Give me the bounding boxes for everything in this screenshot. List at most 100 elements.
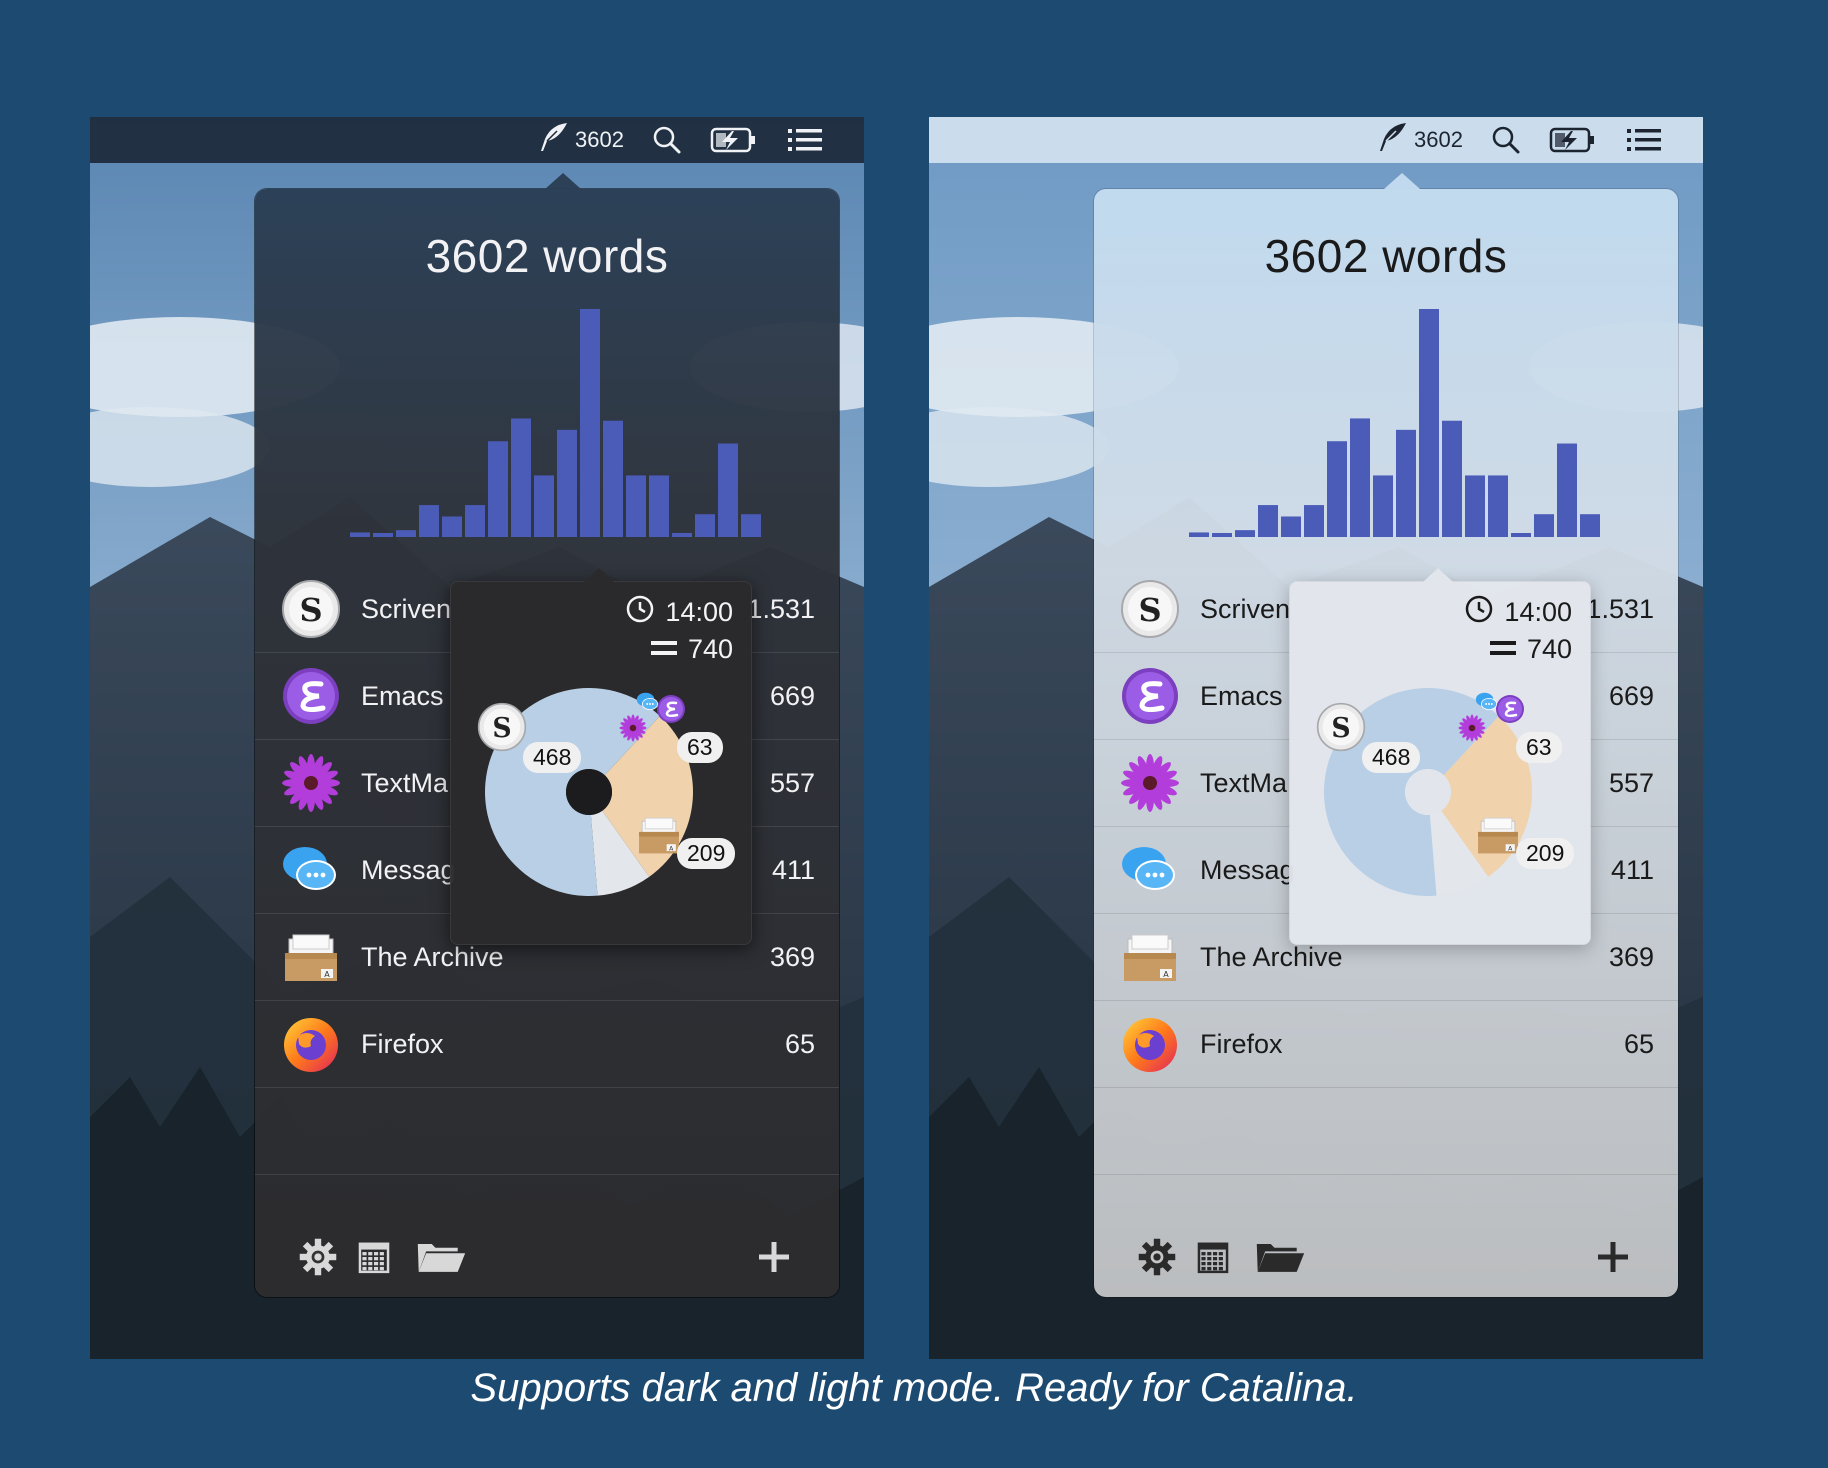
histogram-bar: [695, 514, 715, 537]
histogram-bar: [1534, 514, 1554, 537]
histogram-bar: [1373, 475, 1393, 537]
app-row[interactable]: Firefox 65: [255, 1001, 839, 1088]
histogram-bar: [1396, 429, 1416, 537]
dark-mode-screenshot: 3602 3602 words S Scriven 1.531 Emacs 66…: [90, 117, 864, 1359]
histogram-bar: [1189, 532, 1209, 537]
histogram-bar: [649, 475, 669, 537]
histogram-bar: [1327, 441, 1347, 537]
word-count-popover: 3602 words S Scriven 1.531 Emacs 669 Tex…: [1094, 173, 1678, 1297]
tooltip-time-value: 14:00: [1504, 597, 1572, 627]
app-row[interactable]: Firefox 65: [1094, 1001, 1678, 1088]
calendar-icon[interactable]: [1190, 1234, 1236, 1280]
gear-icon[interactable]: [1134, 1234, 1180, 1280]
histogram-bar: [350, 532, 370, 537]
histogram-bar: [741, 514, 761, 537]
tooltip-time: 14:00: [1464, 594, 1572, 631]
archive-icon: A: [1120, 927, 1180, 987]
plus-icon[interactable]: [751, 1234, 797, 1280]
histogram-bar: [442, 516, 462, 537]
histogram-bar: [1580, 514, 1600, 537]
histogram-bar: [1281, 516, 1301, 537]
slice-label: 209: [677, 838, 736, 869]
empty-row: [1094, 1088, 1678, 1175]
equals-icon: [1489, 634, 1517, 665]
app-name: The Archive: [361, 941, 504, 972]
firefox-icon: [281, 1014, 341, 1074]
histogram-bar: [1557, 443, 1577, 537]
tooltip-count: 740: [1489, 634, 1572, 665]
equals-icon: [650, 634, 678, 665]
app-name: Firefox: [1200, 1028, 1283, 1059]
histogram-bar: [672, 533, 692, 537]
list-icon[interactable]: [1625, 126, 1663, 154]
gear-icon[interactable]: [295, 1234, 341, 1280]
total-words-title: 3602 words: [1264, 230, 1508, 282]
app-word-count: 557: [769, 767, 815, 798]
textmate-icon: [619, 714, 647, 742]
tooltip-arrow: [584, 568, 614, 582]
folder-icon[interactable]: [413, 1234, 469, 1280]
popover-arrow: [545, 173, 581, 189]
search-icon[interactable]: [1491, 125, 1521, 155]
firefox-icon: [1120, 1014, 1180, 1074]
calendar-icon[interactable]: [351, 1234, 397, 1280]
svg-text:S: S: [492, 713, 511, 744]
light-mode-screenshot: 3602 3602 words S Scriven 1.531 Emacs 66…: [929, 117, 1703, 1359]
tooltip-arrow: [1423, 568, 1453, 582]
slice-label: 468: [1362, 742, 1421, 773]
battery-charging-icon[interactable]: [710, 126, 758, 154]
app-word-count: 65: [784, 1028, 815, 1059]
folder-icon[interactable]: [1252, 1234, 1308, 1280]
caption: Supports dark and light mode. Ready for …: [470, 1366, 1358, 1410]
empty-row: [255, 1088, 839, 1175]
word-count-status-item[interactable]: 3602: [537, 121, 624, 159]
app-word-count: 1.531: [747, 593, 815, 624]
histogram-bar: [488, 441, 508, 537]
plus-icon[interactable]: [1590, 1234, 1636, 1280]
scrivener-icon: S: [281, 579, 341, 639]
word-count-status-item[interactable]: 3602: [1376, 121, 1463, 159]
histogram-bar: [718, 443, 738, 537]
hour-detail-tooltip: 14:00 740 S A 468 63 209: [1289, 568, 1591, 945]
quill-icon: [537, 121, 569, 159]
word-count-popover: 3602 words S Scriven 1.531 Emacs 669 Tex…: [255, 173, 839, 1297]
app-name: The Archive: [1200, 941, 1343, 972]
app-word-count: 65: [1623, 1028, 1654, 1059]
clock-icon: [1464, 594, 1494, 631]
app-word-count: 669: [1608, 680, 1654, 711]
battery-charging-icon[interactable]: [1549, 126, 1597, 154]
tooltip-count: 740: [650, 634, 733, 665]
histogram-bar: [511, 418, 531, 537]
hourly-histogram[interactable]: [350, 309, 764, 537]
emacs-icon: [1495, 694, 1525, 724]
archive-icon: A: [636, 812, 682, 858]
histogram-bar: [1235, 530, 1255, 537]
archive-icon: A: [281, 927, 341, 987]
tooltip-time: 14:00: [625, 594, 733, 631]
histogram-bar: [1258, 505, 1278, 537]
hourly-histogram[interactable]: [1189, 309, 1603, 537]
messages-icon: [1120, 840, 1180, 900]
svg-text:S: S: [1331, 713, 1350, 744]
scrivener-icon: S: [1120, 579, 1180, 639]
emacs-icon: [1120, 666, 1180, 726]
emacs-icon: [656, 694, 686, 724]
histogram-bar: [534, 475, 554, 537]
histogram-bar: [603, 420, 623, 537]
app-word-count: 1.531: [1586, 593, 1654, 624]
donut-hole: [1405, 769, 1451, 815]
app-word-count: 557: [1608, 767, 1654, 798]
list-icon[interactable]: [786, 126, 824, 154]
clock-icon: [625, 594, 655, 631]
emacs-icon: [281, 666, 341, 726]
tooltip-count-value: 740: [687, 634, 733, 664]
histogram-bar: [626, 475, 646, 537]
textmate-icon: [1120, 753, 1180, 813]
search-icon[interactable]: [652, 125, 682, 155]
slice-label: 63: [1516, 732, 1562, 763]
slice-label: 468: [523, 742, 582, 773]
histogram-bar: [396, 530, 416, 537]
textmate-icon: [1458, 714, 1486, 742]
histogram-bar: [557, 429, 577, 537]
histogram-bar: [1511, 533, 1531, 537]
